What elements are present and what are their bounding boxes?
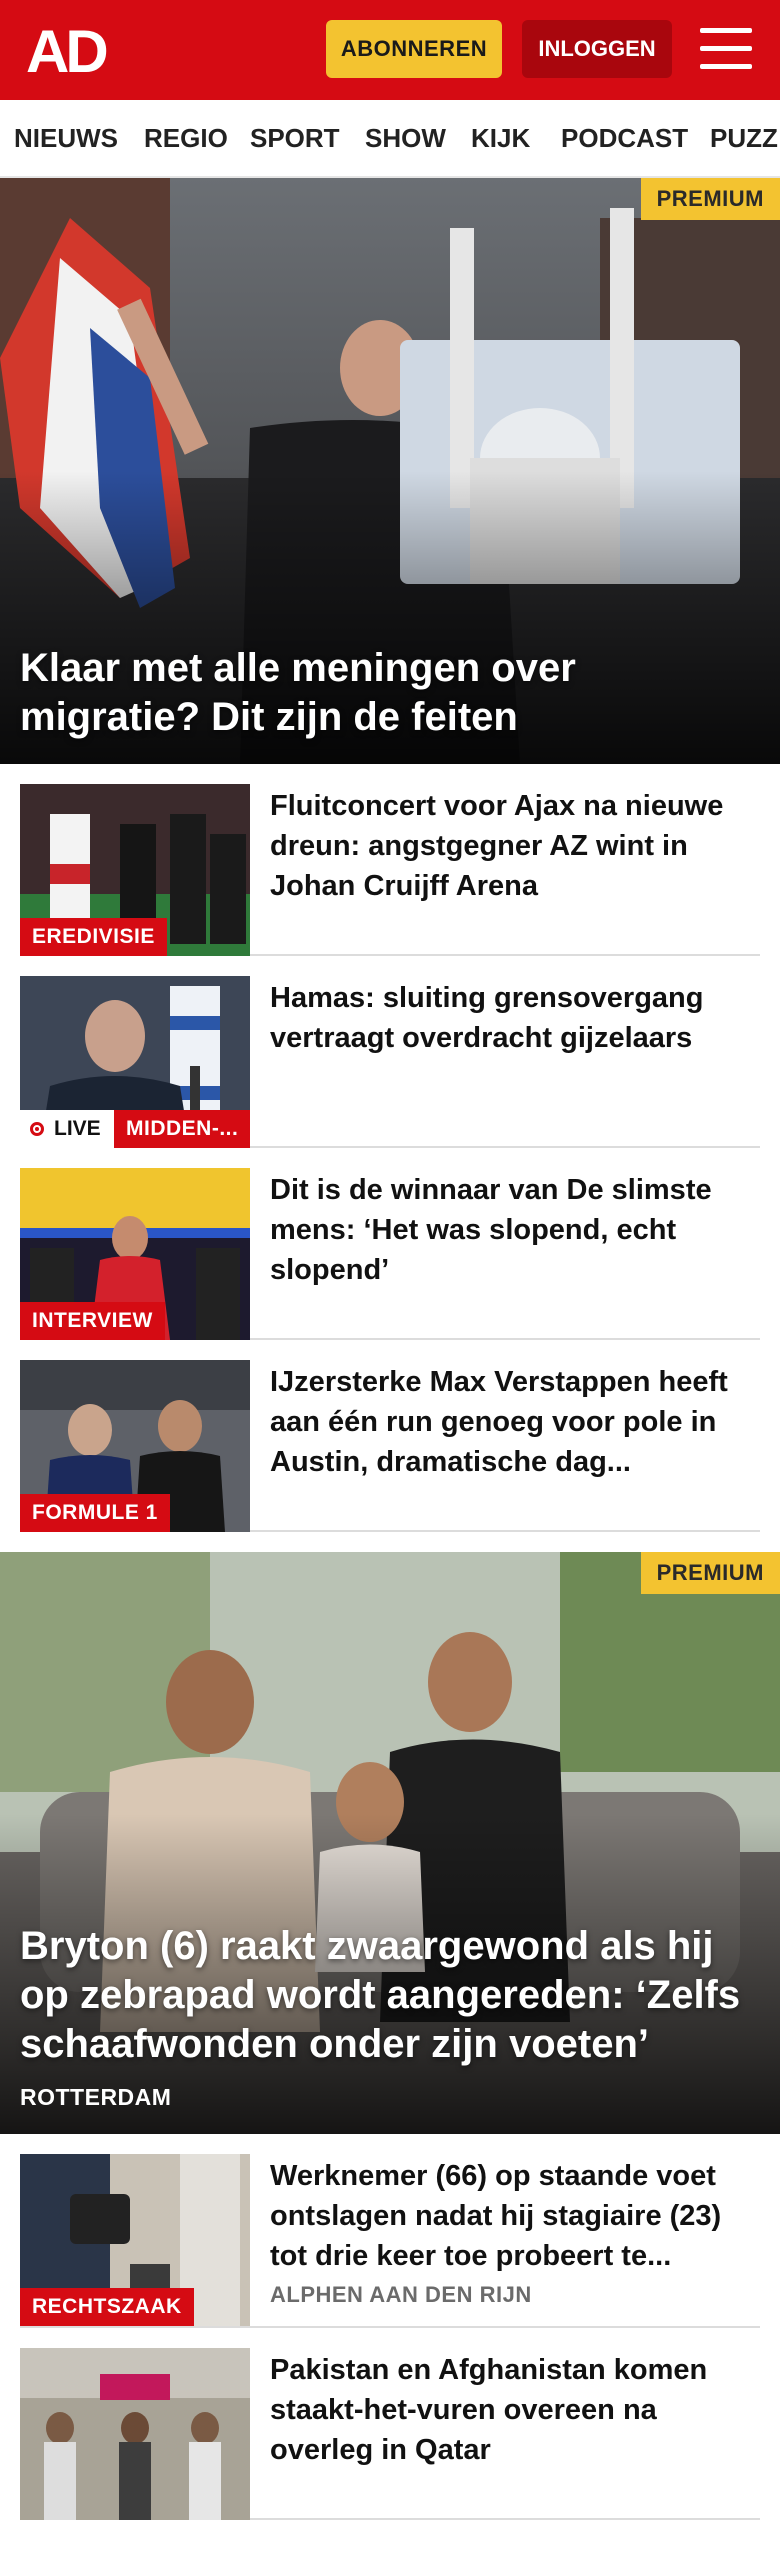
nav-item-regio[interactable]: REGIO [144,100,228,176]
svg-text:AD: AD [26,22,106,78]
live-indicator: LIVE [20,1110,114,1148]
list-item[interactable]: EREDIVISIE Fluitconcert voor Ajax na nie… [20,764,760,956]
article-thumbnail: RECHTSZAAK [20,2154,250,2326]
article-headline[interactable]: IJzersterke Max Verstappen heeft aan één… [270,1362,760,1482]
nav-item-podcast[interactable]: PODCAST [561,100,688,176]
nav-item-puzzel[interactable]: PUZZ [710,100,778,176]
login-button[interactable]: INLOGGEN [522,20,672,78]
article-location: ROTTERDAM [20,2084,172,2110]
category-tag[interactable]: FORMULE 1 [20,1494,170,1532]
hero-article-bryton[interactable]: PREMIUM Bryton (6) raakt zwaargewond als… [0,1552,780,2134]
list-item[interactable]: INTERVIEW Dit is de winnaar van De slims… [20,1148,760,1340]
nav-item-show[interactable]: SHOW [365,100,446,176]
live-dot-icon [30,1122,44,1136]
nav-item-nieuws[interactable]: NIEUWS [14,100,118,176]
category-tag[interactable]: EREDIVISIE [20,918,167,956]
article-thumbnail: LIVE MIDDEN-... [20,976,250,1148]
nav-item-sport[interactable]: SPORT [250,100,340,176]
site-header: AD ABONNEREN INLOGGEN [0,0,780,100]
hamburger-menu-icon[interactable] [700,26,752,72]
article-headline[interactable]: Pakistan en Afghanistan komen staakt-het… [270,2350,760,2470]
list-item[interactable]: RECHTSZAAK Werknemer (66) op staande voe… [20,2134,760,2328]
article-headline[interactable]: Hamas: sluiting grensovergang vertraagt … [270,978,760,1058]
list-item[interactable]: LIVE MIDDEN-... Hamas: sluiting grensove… [20,956,760,1148]
premium-badge: PREMIUM [640,178,780,220]
hero-article-migration[interactable]: PREMIUM Klaar met alle meningen over mig… [0,178,780,764]
subscribe-button[interactable]: ABONNEREN [326,20,502,78]
hero-headline[interactable]: Klaar met alle meningen over migratie? D… [20,644,750,742]
article-headline[interactable]: Werknemer (66) op staande voet ontslagen… [270,2156,760,2276]
category-tag[interactable]: INTERVIEW [20,1302,165,1340]
category-tag[interactable]: RECHTSZAAK [20,2288,194,2326]
ad-logo-mark: AD [26,18,110,85]
article-location: ALPHEN AAN DEN RIJN [270,2282,532,2307]
article-thumbnail: EREDIVISIE [20,784,250,956]
premium-badge: PREMIUM [640,1552,780,1594]
list-item[interactable]: FORMULE 1 IJzersterke Max Verstappen hee… [20,1340,760,1532]
list-item[interactable]: Pakistan en Afghanistan komen staakt-het… [20,2328,760,2520]
category-tag[interactable]: MIDDEN-... [114,1110,250,1148]
live-label: LIVE [54,1117,101,1140]
ad-logo[interactable]: AD [24,18,116,85]
article-headline[interactable]: Fluitconcert voor Ajax na nieuwe dreun: … [270,786,760,906]
hero-headline[interactable]: Bryton (6) raakt zwaargewond als hij op … [20,1922,750,2069]
article-thumbnail [20,2348,250,2520]
article-headline[interactable]: Dit is de winnaar van De slimste mens: ‘… [270,1170,760,1290]
article-thumbnail: INTERVIEW [20,1168,250,1340]
section-nav: NIEUWS REGIO SPORT SHOW KIJK PODCAST PUZ… [0,100,780,178]
article-thumbnail: FORMULE 1 [20,1360,250,1532]
nav-item-kijk[interactable]: KIJK [471,100,530,176]
